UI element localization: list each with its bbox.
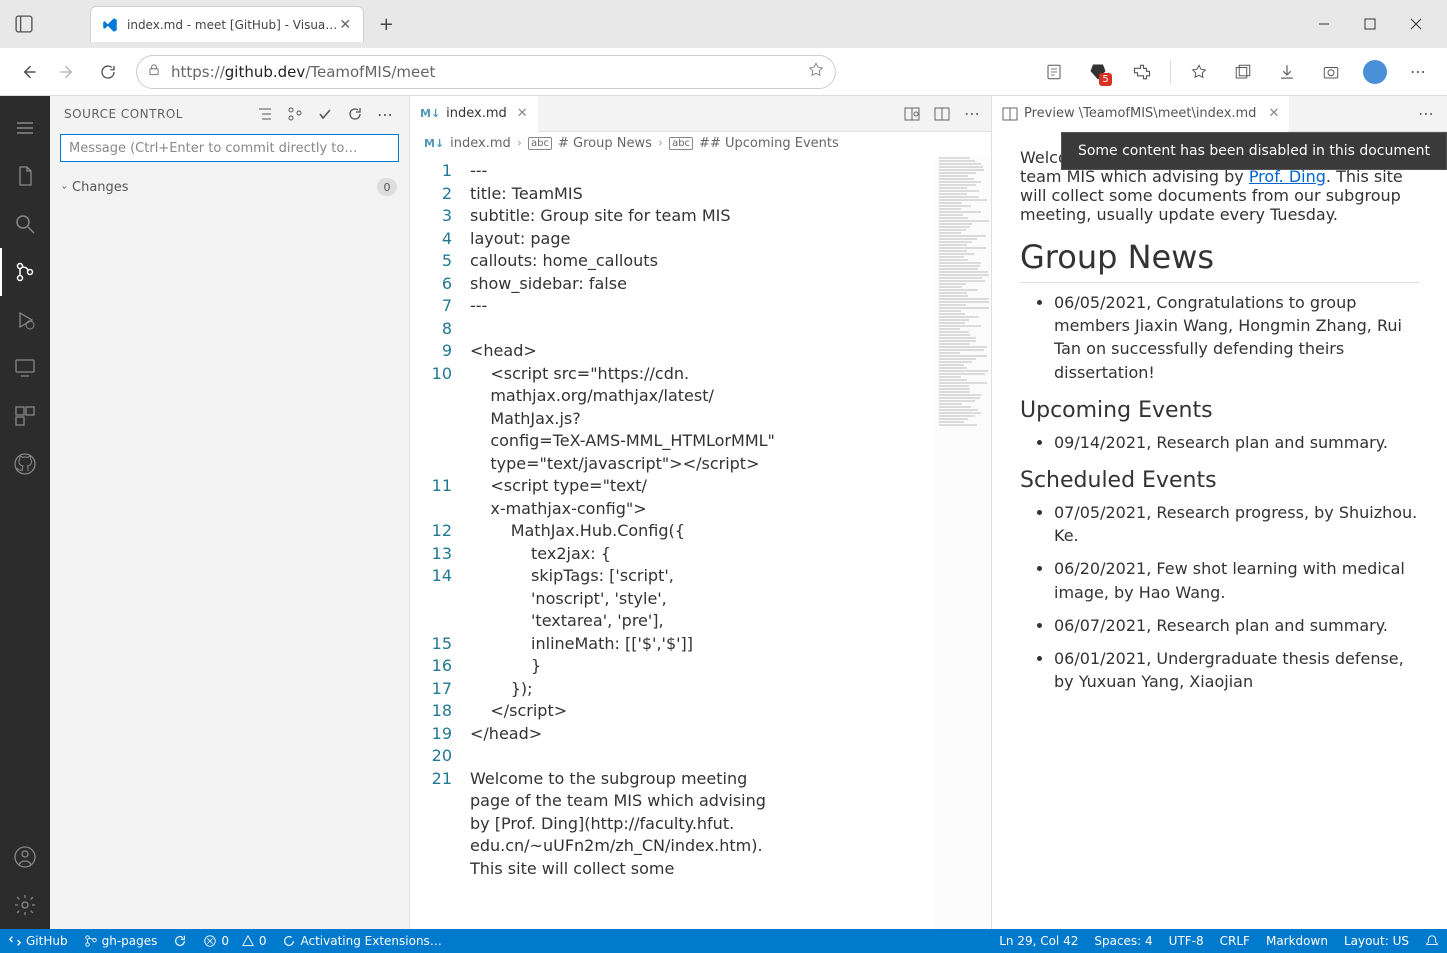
branch-icon[interactable]: [285, 104, 305, 124]
scheduled-heading: Scheduled Events: [1020, 468, 1419, 493]
puzzle-icon[interactable]: [1122, 52, 1162, 92]
activity-bar: [0, 96, 50, 929]
new-tab-button[interactable]: +: [372, 10, 400, 38]
menu-icon[interactable]: [0, 104, 50, 152]
minimap[interactable]: [935, 156, 991, 929]
layout-status[interactable]: Layout: US: [1336, 934, 1417, 948]
close-tab-icon[interactable]: ✕: [517, 106, 528, 121]
source-control-sidebar: SOURCE CONTROL ⋯ Message (Ctrl+Enter to …: [50, 96, 410, 929]
more-icon[interactable]: ⋯: [961, 103, 983, 125]
more-icon[interactable]: ⋯: [375, 104, 395, 124]
more-icon[interactable]: ⋯: [1399, 52, 1439, 92]
screenshot-icon[interactable]: [1311, 52, 1351, 92]
encoding-status[interactable]: UTF-8: [1161, 934, 1212, 948]
downloads-icon[interactable]: [1267, 52, 1307, 92]
status-bar: GitHub gh-pages 0 0 Activating Extension…: [0, 929, 1447, 953]
minimize-button[interactable]: [1301, 8, 1347, 40]
commit-message-input[interactable]: Message (Ctrl+Enter to commit directly t…: [60, 134, 399, 162]
extensions-icon[interactable]: [0, 392, 50, 440]
sidebar-title: SOURCE CONTROL: [64, 107, 183, 121]
refresh-icon[interactable]: [345, 104, 365, 124]
commit-icon[interactable]: [315, 104, 335, 124]
split-icon[interactable]: [931, 103, 953, 125]
breadcrumb[interactable]: M↓ index.md › abc # Group News › abc ## …: [410, 132, 991, 156]
reader-icon[interactable]: [1034, 52, 1074, 92]
settings-icon[interactable]: [0, 881, 50, 929]
more-icon[interactable]: ⋯: [1415, 103, 1437, 125]
preview-group: Preview \TeamofMIS\meet\index.md ✕ ⋯ Som…: [992, 96, 1447, 929]
refresh-button[interactable]: [88, 52, 128, 92]
sidebar-toggle-icon[interactable]: [8, 15, 40, 33]
upcoming-heading: Upcoming Events: [1020, 398, 1419, 423]
window-title-bar: index.md - meet [GitHub] - Visua… ✕ +: [0, 0, 1447, 48]
forward-button[interactable]: [48, 52, 88, 92]
branch-status[interactable]: gh-pages: [76, 929, 166, 953]
maximize-button[interactable]: [1347, 8, 1393, 40]
list-item: 06/07/2021, Research plan and summary.: [1054, 614, 1419, 637]
search-icon[interactable]: [0, 200, 50, 248]
source-control-icon[interactable]: [0, 248, 50, 296]
explorer-icon[interactable]: [0, 152, 50, 200]
address-bar[interactable]: https://github.dev/TeamofMIS/meet: [136, 55, 836, 89]
preview-tab[interactable]: Preview \TeamofMIS\meet\index.md ✕: [992, 96, 1289, 132]
url-text: https://github.dev/TeamofMIS/meet: [171, 63, 807, 81]
extension-icon[interactable]: 5: [1078, 52, 1118, 92]
list-item: 06/05/2021, Congratulations to group mem…: [1054, 291, 1419, 384]
account-icon[interactable]: [0, 833, 50, 881]
list-item: 06/20/2021, Few shot learning with medic…: [1054, 557, 1419, 603]
github-icon[interactable]: [0, 440, 50, 488]
spaces-status[interactable]: Spaces: 4: [1086, 934, 1160, 948]
debug-icon[interactable]: [0, 296, 50, 344]
vscode-icon: [101, 16, 119, 34]
disabled-content-toast: Some content has been disabled in this d…: [1061, 132, 1447, 170]
cursor-status[interactable]: Ln 29, Col 42: [991, 934, 1086, 948]
list-item: 06/01/2021, Undergraduate thesis defense…: [1054, 647, 1419, 693]
markdown-icon: M↓: [424, 137, 444, 150]
changes-section[interactable]: › Changes 0: [50, 174, 409, 200]
chevron-down-icon: ›: [59, 185, 70, 189]
list-item: 09/14/2021, Research plan and summary.: [1054, 431, 1419, 454]
editor-group: M↓ index.md ✕ ⋯ M↓ index.md › abc # Grou…: [410, 96, 992, 929]
collections-icon[interactable]: [1223, 52, 1263, 92]
preview-icon[interactable]: [901, 103, 923, 125]
tree-icon[interactable]: [255, 104, 275, 124]
remote-icon[interactable]: [0, 344, 50, 392]
browser-tab-title: index.md - meet [GitHub] - Visua…: [127, 18, 337, 32]
preview-icon: [1002, 106, 1018, 122]
favorite-icon[interactable]: [807, 61, 825, 83]
heading-icon: abc: [669, 137, 693, 150]
language-status[interactable]: Markdown: [1258, 934, 1336, 948]
close-icon[interactable]: ✕: [1268, 106, 1279, 121]
remote-status[interactable]: GitHub: [0, 929, 76, 953]
list-item: 07/05/2021, Research progress, by Shuizh…: [1054, 501, 1419, 547]
notifications-icon[interactable]: [1417, 934, 1447, 948]
sync-status[interactable]: [165, 929, 195, 953]
group-news-heading: Group News: [1020, 238, 1419, 283]
close-window-button[interactable]: [1393, 8, 1439, 40]
close-tab-icon[interactable]: ✕: [337, 17, 353, 33]
line-numbers: 12345678910 11 121314 15161718192021: [410, 156, 470, 929]
heading-icon: abc: [528, 137, 552, 150]
changes-count: 0: [377, 178, 397, 196]
browser-tab[interactable]: index.md - meet [GitHub] - Visua… ✕: [90, 6, 364, 42]
badge: 5: [1099, 73, 1112, 86]
lock-icon: [147, 62, 163, 81]
favorites-icon[interactable]: [1179, 52, 1219, 92]
code-content: ---title: TeamMISsubtitle: Group site fo…: [470, 156, 991, 929]
markdown-icon: M↓: [420, 107, 440, 120]
eol-status[interactable]: CRLF: [1212, 934, 1258, 948]
extensions-status[interactable]: Activating Extensions…: [274, 929, 449, 953]
code-editor[interactable]: 12345678910 11 121314 15161718192021 ---…: [410, 156, 991, 929]
back-button[interactable]: [8, 52, 48, 92]
browser-toolbar: https://github.dev/TeamofMIS/meet 5 ⋯: [0, 48, 1447, 96]
problems-status[interactable]: 0 0: [195, 929, 274, 953]
profile-icon[interactable]: [1355, 52, 1395, 92]
editor-tab[interactable]: M↓ index.md ✕: [410, 96, 538, 132]
preview-content: Some content has been disabled in this d…: [992, 132, 1447, 929]
